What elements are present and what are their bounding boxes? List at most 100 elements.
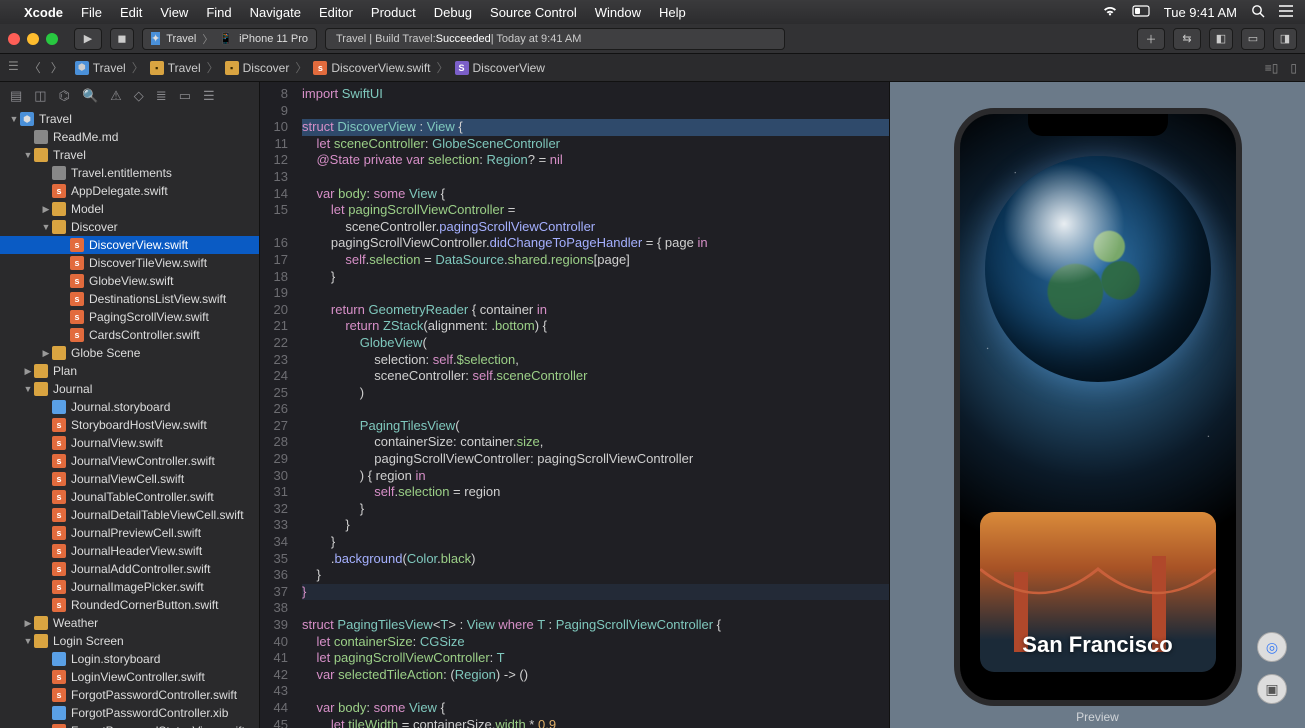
toggle-navigator[interactable]: ◧ [1209, 28, 1233, 50]
tree-item[interactable]: sForgotPasswordController.swift [0, 686, 259, 704]
back-button[interactable]: 〈 [29, 59, 41, 76]
tree-item[interactable]: sRoundedCornerButton.swift [0, 596, 259, 614]
swift-icon: s [52, 508, 66, 522]
related-items-icon[interactable]: ☰ [8, 59, 19, 76]
clock[interactable]: Tue 9:41 AM [1164, 5, 1237, 20]
tree-item[interactable]: ForgotPasswordController.xib [0, 704, 259, 722]
tree-item-label: JounalTableController.swift [71, 490, 214, 504]
add-button[interactable]: ＋ [1137, 28, 1165, 50]
tree-item[interactable]: ReadMe.md [0, 128, 259, 146]
wifi-icon[interactable] [1102, 5, 1118, 20]
preview-screen[interactable]: San Francisco [960, 114, 1236, 700]
menu-debug[interactable]: Debug [434, 5, 472, 20]
tree-item[interactable]: ▼Login Screen [0, 632, 259, 650]
swift-icon: s [70, 310, 84, 324]
source-control-nav-icon[interactable]: ◫ [34, 88, 46, 104]
tree-item[interactable]: sGlobeView.swift [0, 272, 259, 290]
find-nav-icon[interactable]: 🔍 [82, 88, 98, 104]
menu-find[interactable]: Find [206, 5, 231, 20]
report-nav-icon[interactable]: ☰ [203, 88, 215, 104]
library-button[interactable]: ⇆ [1173, 28, 1201, 50]
tree-item[interactable]: ▼Discover [0, 218, 259, 236]
forward-button[interactable]: 〉 [51, 59, 63, 76]
tree-item-label: Journal.storyboard [71, 400, 170, 414]
list-icon[interactable] [1279, 5, 1293, 20]
tree-item[interactable]: s JounalTableController.swift [0, 488, 259, 506]
tree-item[interactable]: sDiscoverTileView.swift [0, 254, 259, 272]
project-navigator: ▤ ◫ ⌬ 🔍 ⚠ ◇ ≣ ▭ ☰ ▼⬢Travel ReadMe.md▼Tra… [0, 82, 260, 728]
swift-icon: s [52, 526, 66, 540]
breakpoint-nav-icon[interactable]: ▭ [179, 88, 191, 104]
tree-item[interactable]: sCardsController.swift [0, 326, 259, 344]
symbol-nav-icon[interactable]: ⌬ [59, 88, 70, 104]
tree-item[interactable]: sAppDelegate.swift [0, 182, 259, 200]
destination-card[interactable]: San Francisco [980, 512, 1216, 672]
tree-item[interactable]: sJournalPreviewCell.swift [0, 524, 259, 542]
menu-editor[interactable]: Editor [319, 5, 353, 20]
folder-icon [34, 148, 48, 162]
app-menu[interactable]: Xcode [24, 5, 63, 20]
swift-icon: s [70, 328, 84, 342]
menu-help[interactable]: Help [659, 5, 686, 20]
tree-item[interactable]: ▶Plan [0, 362, 259, 380]
tree-item[interactable]: ▼Travel [0, 146, 259, 164]
swift-icon: s [313, 61, 327, 75]
assistant-icon[interactable]: ▯ [1290, 61, 1297, 75]
code-text[interactable]: import SwiftUI struct DiscoverView : Vie… [296, 82, 889, 728]
minimize-window[interactable] [27, 33, 39, 45]
menu-navigate[interactable]: Navigate [250, 5, 301, 20]
tree-item[interactable]: sLoginViewController.swift [0, 668, 259, 686]
tree-item[interactable]: ▶Globe Scene [0, 344, 259, 362]
tree-item[interactable]: ▶Weather [0, 614, 259, 632]
tree-item[interactable]: sStoryboardHostView.swift [0, 416, 259, 434]
tree-item[interactable]: sJournalView.swift [0, 434, 259, 452]
toggle-debug[interactable]: ▭ [1241, 28, 1265, 50]
tree-item[interactable]: sDiscoverView.swift [0, 236, 259, 254]
tree-item-label: StoryboardHostView.swift [71, 418, 207, 432]
tree-item[interactable]: sJournalImagePicker.swift [0, 578, 259, 596]
swift-icon: s [52, 490, 66, 504]
tree-item[interactable]: Journal.storyboard [0, 398, 259, 416]
menu-product[interactable]: Product [371, 5, 416, 20]
tree-item[interactable]: sJournalHeaderView.swift [0, 542, 259, 560]
toggle-inspector[interactable]: ◨ [1273, 28, 1297, 50]
tree-item-label: LoginViewController.swift [71, 670, 205, 684]
stop-button[interactable]: ◼ [110, 28, 134, 50]
file-tree[interactable]: ▼⬢Travel ReadMe.md▼TravelTravel.entitlem… [0, 110, 259, 728]
inspect-preview-button[interactable]: ▣ [1257, 674, 1287, 704]
control-center-icon[interactable] [1132, 5, 1150, 20]
swift-icon: s [70, 292, 84, 306]
tree-root[interactable]: ▼⬢Travel [0, 110, 259, 128]
live-preview-button[interactable]: ◎ [1257, 632, 1287, 662]
tree-item[interactable]: Login.storyboard [0, 650, 259, 668]
scheme-selector[interactable]: ✦ Travel 〉 📱 iPhone 11 Pro [142, 28, 317, 50]
test-nav-icon[interactable]: ◇ [134, 88, 144, 104]
menu-window[interactable]: Window [595, 5, 641, 20]
issue-nav-icon[interactable]: ⚠ [110, 88, 122, 104]
folder-icon: ▪ [150, 61, 164, 75]
tree-item[interactable]: sDestinationsListView.swift [0, 290, 259, 308]
breadcrumb[interactable]: ⬢Travel〉 ▪Travel〉 ▪Discover〉 sDiscoverVi… [75, 59, 545, 76]
tree-item[interactable]: sJournalViewCell.swift [0, 470, 259, 488]
scheme-target: Travel [166, 33, 196, 45]
source-editor[interactable]: 8910111213141516171819202122232425262728… [260, 82, 889, 728]
tree-item[interactable]: ▶Model [0, 200, 259, 218]
tree-item[interactable]: sJournalViewController.swift [0, 452, 259, 470]
project-nav-icon[interactable]: ▤ [10, 88, 22, 104]
menu-file[interactable]: File [81, 5, 102, 20]
run-button[interactable]: ▶ [74, 28, 102, 50]
menu-edit[interactable]: Edit [120, 5, 142, 20]
menu-source-control[interactable]: Source Control [490, 5, 577, 20]
minimap-icon[interactable]: ≡▯ [1265, 61, 1279, 75]
close-window[interactable] [8, 33, 20, 45]
tree-item[interactable]: sPagingScrollView.swift [0, 308, 259, 326]
menu-view[interactable]: View [160, 5, 188, 20]
tree-item[interactable]: Travel.entitlements [0, 164, 259, 182]
tree-item[interactable]: sJournalAddController.swift [0, 560, 259, 578]
spotlight-icon[interactable] [1251, 4, 1265, 21]
tree-item[interactable]: sJournalDetailTableViewCell.swift [0, 506, 259, 524]
tree-item[interactable]: sForgotPasswordStatusView.swift [0, 722, 259, 728]
debug-nav-icon[interactable]: ≣ [156, 88, 167, 104]
zoom-window[interactable] [46, 33, 58, 45]
tree-item[interactable]: ▼Journal [0, 380, 259, 398]
